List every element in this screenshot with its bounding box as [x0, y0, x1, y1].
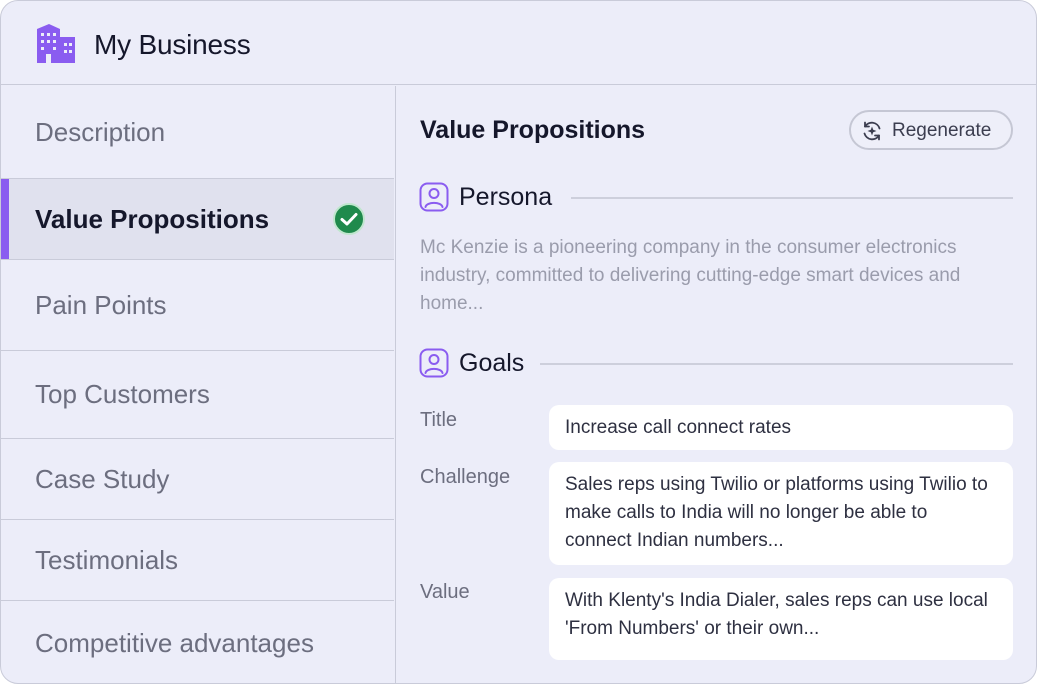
goals-section-header: Goals	[419, 348, 1013, 382]
page-title: Value Propositions	[420, 116, 646, 144]
main-panel: Value Propositions Regenerate Persona Mc…	[397, 86, 1036, 683]
sidebar-item-label: Case Study	[35, 463, 170, 494]
regenerate-label: Regenerate	[892, 120, 992, 141]
sidebar-item-label: Description	[35, 116, 166, 147]
sidebar-item-pain-points[interactable]: Pain Points	[1, 260, 394, 351]
app-header: My Business	[1, 1, 1036, 85]
sidebar-item-label: Pain Points	[35, 289, 167, 320]
user-icon	[419, 348, 449, 378]
persona-description: Mc Kenzie is a pioneering company in the…	[420, 237, 961, 314]
value-field-label: Value	[420, 581, 470, 603]
sidebar-item-description[interactable]: Description	[1, 86, 394, 179]
persona-heading: Persona	[459, 183, 553, 211]
sidebar-item-label: Top Customers	[35, 379, 210, 409]
sidebar-item-label: Value Propositions	[35, 203, 270, 234]
sidebar-item-testimonials[interactable]: Testimonials	[1, 520, 394, 601]
title-field-value[interactable]: Increase call connect rates	[549, 405, 1013, 450]
sidebar-item-case-study[interactable]: Case Study	[1, 439, 394, 520]
sparkle-refresh-icon	[863, 121, 881, 141]
app-title: My Business	[94, 29, 251, 60]
my-business-window: My Business Description Value Propositio…	[0, 0, 1037, 684]
sidebar-item-label: Competitive advantages	[35, 627, 314, 658]
section-divider	[571, 197, 1013, 199]
challenge-field-label: Challenge	[420, 466, 511, 488]
user-icon	[419, 182, 449, 212]
check-circle-icon	[333, 203, 365, 235]
regenerate-button[interactable]: Regenerate	[849, 110, 1013, 150]
section-divider	[540, 363, 1013, 365]
sidebar-item-competitive-advantages[interactable]: Competitive advantages	[1, 601, 394, 683]
challenge-field-value[interactable]: Sales reps using Twilio or platforms usi…	[549, 462, 1013, 565]
building-icon	[37, 24, 75, 63]
sidebar-item-value-propositions[interactable]: Value Propositions	[1, 179, 394, 260]
title-field-label: Title	[420, 409, 458, 431]
sidebar-nav: Description Value Propositions Pain Poin…	[1, 86, 396, 683]
value-field-value[interactable]: With Klenty's India Dialer, sales reps c…	[549, 578, 1013, 660]
persona-section-header: Persona	[419, 182, 1013, 216]
goals-heading: Goals	[459, 349, 525, 377]
sidebar-item-top-customers[interactable]: Top Customers	[1, 351, 394, 439]
active-indicator	[1, 179, 9, 259]
sidebar-item-label: Testimonials	[35, 544, 179, 575]
